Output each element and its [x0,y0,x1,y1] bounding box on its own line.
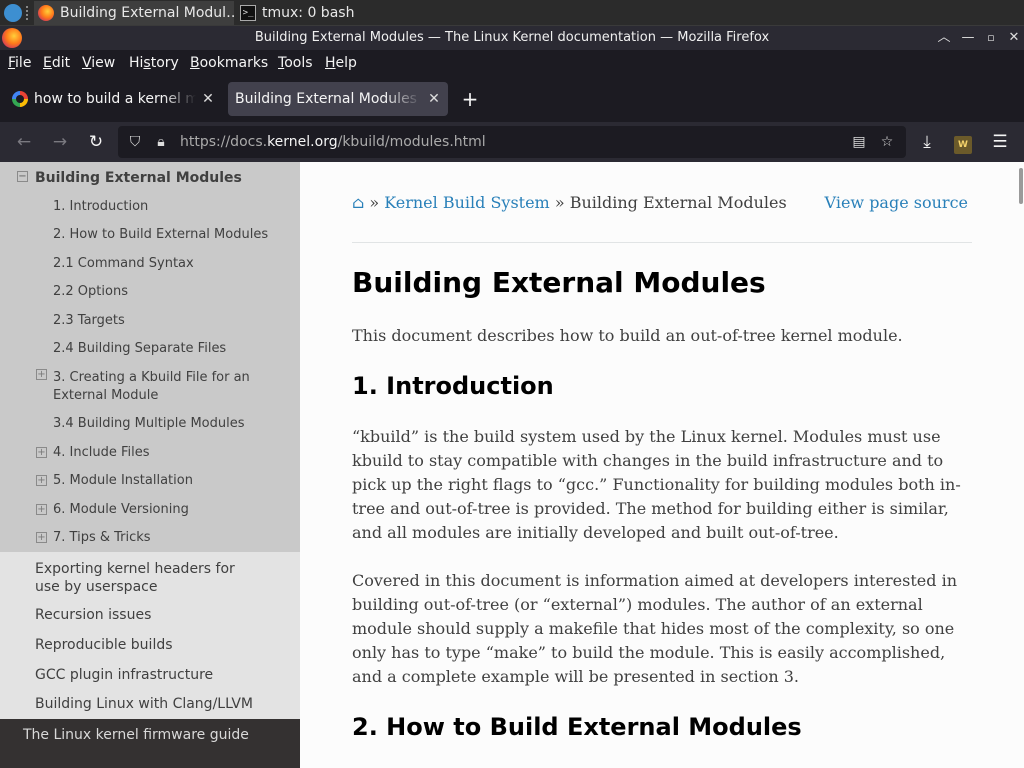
new-tab-button[interactable]: + [458,82,482,116]
breadcrumb-current: Building External Modules [569,193,787,212]
google-icon [12,91,28,107]
section-heading-how-to-build: 2. How to Build External Modules [352,713,802,741]
expand-icon[interactable]: + [36,504,47,515]
taskbar-task-label: tmux: 0 bash [262,5,355,21]
window-restore-icon[interactable]: ▫ [981,28,1001,48]
forward-icon[interactable]: → [47,129,73,155]
window-minimize-icon[interactable]: — [958,28,978,48]
menu-history[interactable]: History [129,50,179,76]
navigation-bar: ← → ↻ ⛉ 🔒︎ https://docs.kernel.org/kbuil… [0,122,1024,162]
reader-view-icon[interactable]: ▤ [850,133,868,151]
lock-icon[interactable]: 🔒︎ [152,133,170,151]
terminal-icon: >_ [240,5,256,21]
url-bar[interactable]: ⛉ 🔒︎ https://docs.kernel.org/kbuild/modu… [118,126,906,158]
menu-help[interactable]: Help [325,50,357,76]
breadcrumb-link-kernel-build-system[interactable]: Kernel Build System [384,193,550,212]
menu-tools[interactable]: Tools [278,50,313,76]
home-icon[interactable]: ⌂ [352,193,364,212]
introduction-paragraph-1: “kbuild” is the build system used by the… [352,427,961,542]
window-titlebar: Building External Modules — The Linux Ke… [0,26,1024,50]
content-scrollbar[interactable] [1018,162,1024,768]
intro-paragraph: This document describes how to build an … [352,326,903,345]
menu-file[interactable]: File [8,50,31,76]
firefox-icon [38,5,54,21]
tab-title: how to build a kernel module [34,91,196,107]
section-heading-introduction: 1. Introduction [352,372,554,400]
hamburger-menu-icon[interactable]: ☰ [987,129,1013,155]
url-text[interactable]: https://docs.kernel.org/kbuild/modules.h… [180,126,486,158]
tab-title: Building External Modules — The Linux Ke… [235,91,422,107]
page-title: Building External Modules [352,266,766,299]
taskbar-separator [26,6,30,20]
reload-icon[interactable]: ↻ [83,129,109,155]
taskbar-task-firefox[interactable]: Building External Modul… [34,1,234,25]
expand-icon[interactable]: + [36,532,47,543]
tab-building-external-modules[interactable]: Building External Modules — The Linux Ke… [228,82,448,116]
expand-icon[interactable]: + [36,475,47,486]
view-page-source-link[interactable]: View page source [825,192,968,214]
taskbar-task-label: Building External Modul… [60,5,234,21]
tab-close-icon[interactable]: ✕ [200,82,216,116]
back-icon[interactable]: ← [11,129,37,155]
expand-icon[interactable]: + [36,369,47,380]
menu-bookmarks[interactable]: Bookmarks [190,50,268,76]
extension-button[interactable]: W [950,129,976,155]
bookmark-star-icon[interactable]: ☆ [878,133,896,151]
collapse-icon[interactable]: − [17,171,28,182]
divider [352,242,972,243]
window-title: Building External Modules — The Linux Ke… [254,30,770,45]
window-close-icon[interactable]: ✕ [1004,28,1024,48]
tab-close-icon[interactable]: ✕ [426,82,442,116]
breadcrumb: ⌂ » Kernel Build System » Building Exter… [352,192,968,214]
tab-google-search[interactable]: how to build a kernel module ✕ [2,82,222,116]
scrollbar-thumb[interactable] [1019,168,1023,204]
expand-icon[interactable]: + [36,447,47,458]
menu-bar: File Edit View History Bookmarks Tools H… [0,50,1024,76]
docs-sidebar: − Building External Modules 1. Introduct… [0,162,300,768]
window-maximize-arrow-icon[interactable]: ︿ [934,28,954,48]
menu-edit[interactable]: Edit [43,50,70,76]
shield-icon[interactable]: ⛉ [126,133,144,151]
menu-view[interactable]: View [82,50,115,76]
introduction-paragraph-2: Covered in this document is information … [352,571,958,686]
extension-icon: W [954,136,972,154]
system-menu-icon[interactable] [4,4,22,22]
tab-strip: how to build a kernel module ✕ Building … [0,76,1024,122]
main-content: ⌂ » Kernel Build System » Building Exter… [300,162,1024,768]
taskbar: Building External Modul… >_ tmux: 0 bash [0,0,1024,26]
taskbar-task-terminal[interactable]: >_ tmux: 0 bash [236,1,432,25]
sidebar-item-label: Building External Modules [35,170,242,186]
downloads-icon[interactable]: ⤓ [914,129,940,155]
